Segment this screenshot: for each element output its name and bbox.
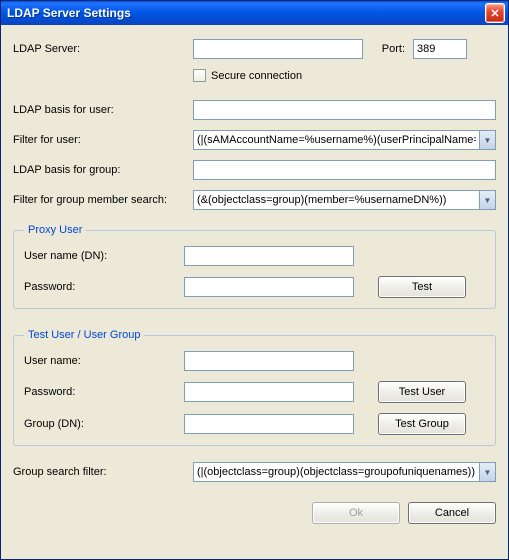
filter-user-dropdown-button[interactable]: ▼ xyxy=(479,130,496,150)
row-ldap-basis-group: LDAP basis for group: xyxy=(13,160,496,180)
test-button[interactable]: Test xyxy=(378,276,466,298)
ldap-basis-group-input[interactable] xyxy=(193,160,496,180)
secure-connection-checkbox[interactable] xyxy=(193,69,206,82)
proxy-username-input[interactable] xyxy=(184,246,354,266)
group-search-filter-dropdown-button[interactable]: ▼ xyxy=(479,462,496,482)
ldap-server-input[interactable] xyxy=(193,39,363,59)
group-search-filter-input[interactable] xyxy=(193,462,479,482)
test-username-label: User name: xyxy=(24,355,184,367)
test-group-button[interactable]: Test Group xyxy=(378,413,466,435)
test-password-input[interactable] xyxy=(184,382,354,402)
row-ldap-basis-user: LDAP basis for user: xyxy=(13,100,496,120)
row-proxy-username: User name (DN): xyxy=(24,246,485,266)
test-user-group: Test User / User Group User name: Passwo… xyxy=(13,329,496,446)
group-search-filter-label: Group search filter: xyxy=(13,466,193,478)
test-group-label: Group (DN): xyxy=(24,418,184,430)
row-proxy-password: Password: Test xyxy=(24,276,485,298)
filter-user-input[interactable] xyxy=(193,130,479,150)
row-ldap-server: LDAP Server: Port: xyxy=(13,39,496,59)
test-group-input[interactable] xyxy=(184,414,354,434)
filter-group-member-dropdown-button[interactable]: ▼ xyxy=(479,190,496,210)
chevron-down-icon: ▼ xyxy=(484,196,492,205)
test-password-label: Password: xyxy=(24,386,184,398)
row-filter-group-member: Filter for group member search: ▼ xyxy=(13,190,496,210)
ldap-basis-group-label: LDAP basis for group: xyxy=(13,164,193,176)
row-secure-connection: Secure connection xyxy=(13,69,496,82)
ok-button[interactable]: Ok xyxy=(312,502,400,524)
proxy-password-label: Password: xyxy=(24,281,184,293)
row-test-username: User name: xyxy=(24,351,485,371)
proxy-password-input[interactable] xyxy=(184,277,354,297)
proxy-user-legend: Proxy User xyxy=(24,224,86,236)
port-input[interactable] xyxy=(413,39,467,59)
filter-user-label: Filter for user: xyxy=(13,134,193,146)
proxy-username-label: User name (DN): xyxy=(24,250,184,262)
dialog-button-row: Ok Cancel xyxy=(13,498,496,524)
titlebar: LDAP Server Settings ✕ xyxy=(1,1,508,25)
row-test-password: Password: Test User xyxy=(24,381,485,403)
row-filter-user: Filter for user: ▼ xyxy=(13,130,496,150)
cancel-button[interactable]: Cancel xyxy=(408,502,496,524)
dialog-content: LDAP Server: Port: Secure connection LDA… xyxy=(1,25,508,559)
dialog-window: LDAP Server Settings ✕ LDAP Server: Port… xyxy=(0,0,509,560)
chevron-down-icon: ▼ xyxy=(484,468,492,477)
test-username-input[interactable] xyxy=(184,351,354,371)
close-button[interactable]: ✕ xyxy=(485,3,505,23)
ldap-basis-user-input[interactable] xyxy=(193,100,496,120)
port-label: Port: xyxy=(363,43,413,55)
row-test-group: Group (DN): Test Group xyxy=(24,413,485,435)
close-icon: ✕ xyxy=(490,7,499,20)
row-group-search-filter: Group search filter: ▼ xyxy=(13,462,496,482)
filter-group-member-input[interactable] xyxy=(193,190,479,210)
secure-connection-checkbox-wrap[interactable]: Secure connection xyxy=(193,69,302,82)
filter-group-member-label: Filter for group member search: xyxy=(13,194,193,206)
proxy-user-group: Proxy User User name (DN): Password: Tes… xyxy=(13,224,496,309)
secure-connection-label: Secure connection xyxy=(211,70,302,82)
test-user-legend: Test User / User Group xyxy=(24,329,144,341)
window-title: LDAP Server Settings xyxy=(7,6,485,20)
ldap-server-label: LDAP Server: xyxy=(13,43,193,55)
test-user-button[interactable]: Test User xyxy=(378,381,466,403)
ldap-basis-user-label: LDAP basis for user: xyxy=(13,104,193,116)
chevron-down-icon: ▼ xyxy=(484,136,492,145)
